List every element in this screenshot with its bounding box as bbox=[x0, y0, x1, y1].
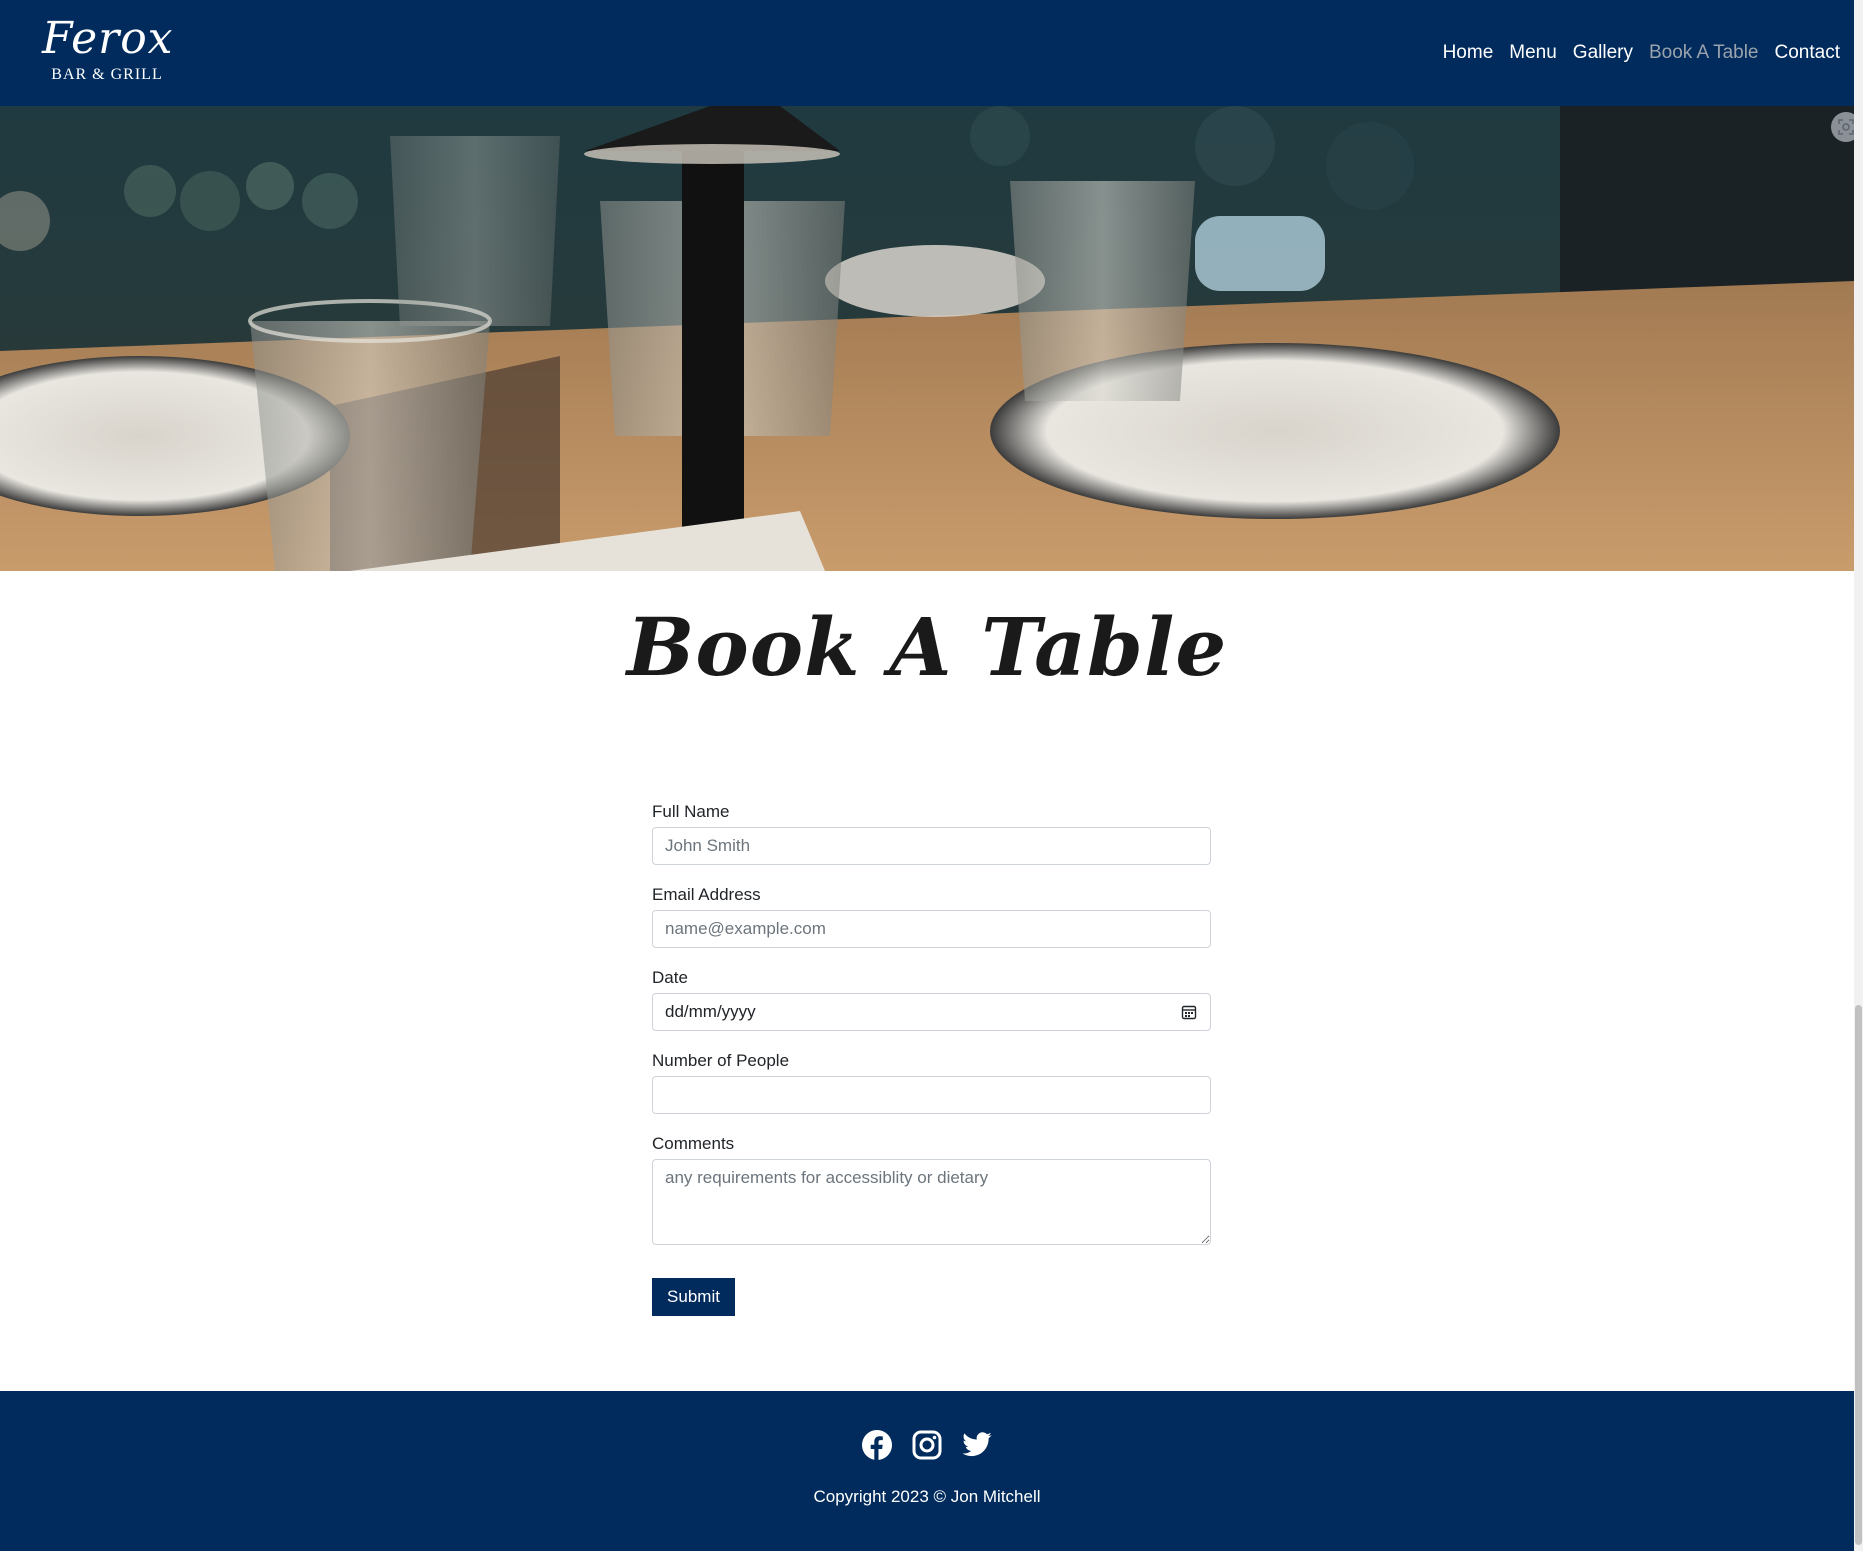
people-label: Number of People bbox=[652, 1051, 790, 1070]
nav-gallery[interactable]: Gallery bbox=[1573, 42, 1633, 64]
brand-name: Ferox bbox=[42, 13, 174, 64]
date-field: Date dd/mm/yyyy bbox=[652, 968, 1211, 1031]
instagram-icon[interactable] bbox=[911, 1429, 943, 1461]
calendar-icon[interactable] bbox=[1181, 1004, 1197, 1025]
brand-subtitle: BAR & GRILL bbox=[51, 66, 163, 83]
full-name-label: Full Name bbox=[652, 802, 730, 821]
nav-contact[interactable]: Contact bbox=[1775, 42, 1840, 64]
navbar: Ferox BAR & GRILL Home Menu Gallery Book… bbox=[0, 0, 1854, 106]
facebook-icon[interactable] bbox=[861, 1429, 893, 1461]
email-field: Email Address bbox=[652, 885, 1211, 948]
nav-book-a-table[interactable]: Book A Table bbox=[1649, 42, 1759, 64]
nav-home[interactable]: Home bbox=[1443, 42, 1494, 64]
social-links bbox=[0, 1429, 1854, 1461]
date-value: dd/mm/yyyy bbox=[665, 1002, 756, 1021]
full-name-input[interactable] bbox=[652, 827, 1211, 865]
comments-label: Comments bbox=[652, 1134, 735, 1153]
hero-image bbox=[0, 106, 1854, 571]
brand-logo[interactable]: Ferox BAR & GRILL bbox=[42, 13, 174, 84]
people-input[interactable] bbox=[652, 1076, 1211, 1114]
comments-textarea[interactable] bbox=[652, 1159, 1211, 1245]
comments-field: Comments bbox=[652, 1134, 1211, 1250]
full-name-field: Full Name bbox=[652, 802, 1211, 865]
footer: Copyright 2023 © Jon Mitchell bbox=[0, 1391, 1854, 1551]
people-field: Number of People bbox=[652, 1051, 1211, 1114]
email-input[interactable] bbox=[652, 910, 1211, 948]
page-title: Book A Table bbox=[626, 600, 1228, 694]
nav-links: Home Menu Gallery Book A Table Contact bbox=[1443, 0, 1840, 106]
copyright-text: Copyright 2023 © Jon Mitchell bbox=[813, 1487, 1041, 1506]
email-label: Email Address bbox=[652, 885, 761, 904]
booking-form: Full Name Email Address Date dd/mm/yyyy … bbox=[652, 802, 1211, 1316]
scrollbar-thumb[interactable] bbox=[1855, 1005, 1862, 1545]
nav-menu[interactable]: Menu bbox=[1509, 42, 1557, 64]
date-label: Date bbox=[652, 968, 688, 987]
twitter-icon[interactable] bbox=[961, 1429, 993, 1461]
submit-button[interactable]: Submit bbox=[652, 1278, 735, 1316]
